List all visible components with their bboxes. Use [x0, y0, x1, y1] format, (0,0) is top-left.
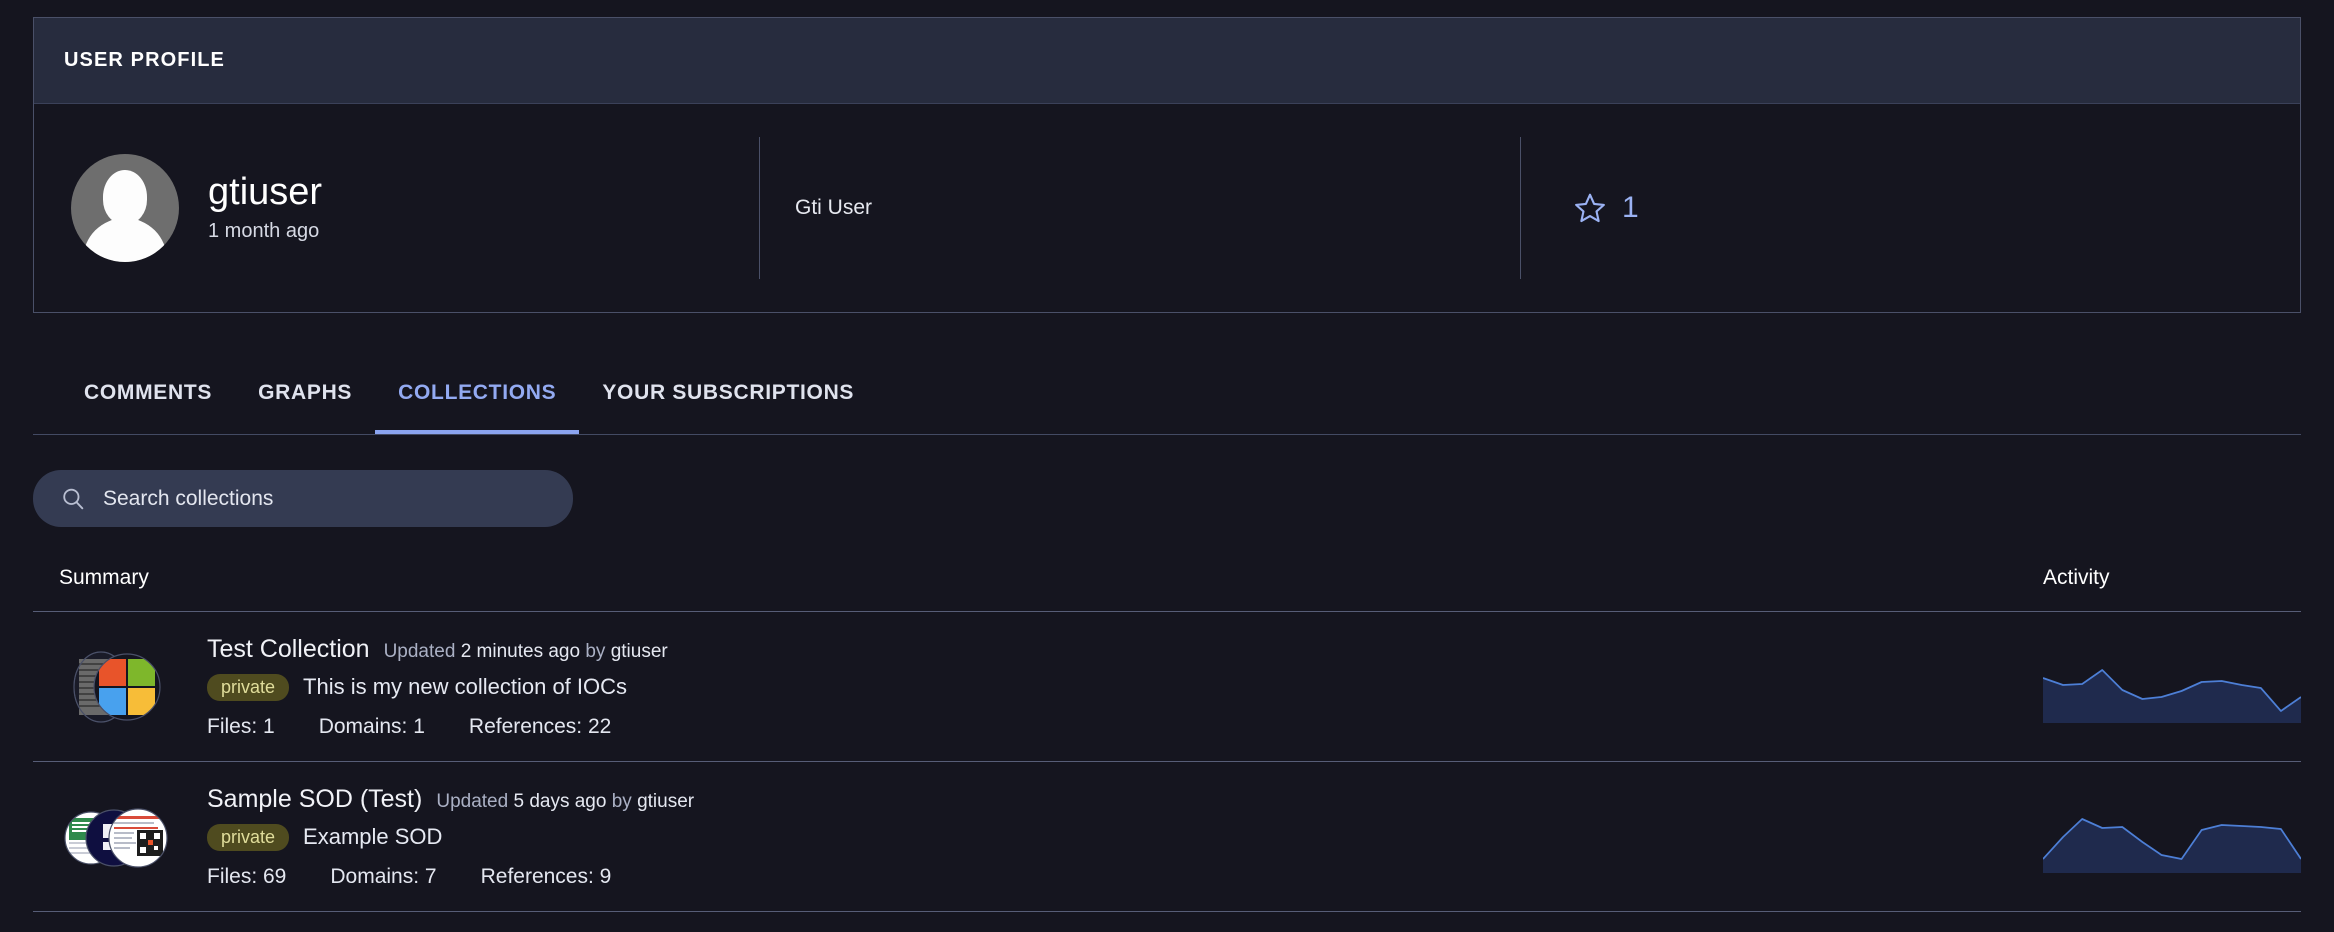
tab-collections[interactable]: COLLECTIONS: [375, 355, 580, 434]
updated-prefix: Updated: [436, 790, 509, 812]
tab-label: YOUR SUBSCRIPTIONS: [602, 380, 855, 404]
identity-text: gtiuser 1 month ago: [208, 170, 323, 244]
tab-label: COMMENTS: [84, 380, 213, 404]
collection-updated-info: Updated 2 minutes ago by gtiuser: [384, 641, 668, 663]
updated-when: 5 days ago: [513, 790, 607, 812]
collections-table-header: Summary Activity: [33, 560, 2301, 612]
activity-sparkline-chart: [2043, 817, 2301, 873]
user-profile-card-body: gtiuser 1 month ago Gti User 1: [34, 104, 2300, 312]
stat-references: References: 9: [480, 864, 612, 888]
user-profile-card: USER PROFILE gtiuser 1 month ago Gti Use…: [33, 17, 2301, 313]
row-text: Test Collection Updated 2 minutes ago by…: [207, 635, 668, 739]
reputation-count: 1: [1622, 191, 1639, 224]
updated-by-prefix: by: [585, 640, 606, 662]
stat-files: Files: 69: [207, 864, 287, 888]
column-label: Summary: [59, 566, 149, 589]
row-description-line: private This is my new collection of IOC…: [207, 673, 668, 701]
row-summary-cell: Test Collection Updated 2 minutes ago by…: [33, 612, 2023, 761]
sparkline-area: [2043, 669, 2301, 723]
collection-description: This is my new collection of IOCs: [303, 674, 628, 699]
search-collections-box[interactable]: [33, 470, 573, 527]
tab-comments[interactable]: COMMENTS: [61, 355, 235, 434]
status-badge: private: [207, 673, 290, 701]
profile-full-name: Gti User: [795, 196, 873, 219]
updated-by-user[interactable]: gtiuser: [637, 791, 694, 812]
table-row[interactable]: Sample SOD (Test) Updated 5 days ago by …: [33, 762, 2301, 912]
updated-by-user[interactable]: gtiuser: [611, 641, 668, 662]
user-profile-card-header: USER PROFILE: [34, 18, 2300, 104]
column-header-activity: Activity: [2023, 566, 2301, 590]
row-title-line: Test Collection Updated 2 minutes ago by…: [207, 635, 668, 664]
tab-your-subscriptions[interactable]: YOUR SUBSCRIPTIONS: [579, 355, 877, 434]
documents-stack-collection-thumbnail-icon: [59, 782, 169, 892]
row-text: Sample SOD (Test) Updated 5 days ago by …: [207, 785, 694, 889]
row-activity-cell: [2023, 762, 2301, 911]
tab-label: GRAPHS: [258, 380, 353, 404]
row-description-line: private Example SOD: [207, 823, 694, 851]
profile-reputation[interactable]: 1: [1521, 104, 2300, 312]
column-header-summary: Summary: [33, 566, 2023, 590]
search-input[interactable]: [103, 486, 573, 511]
collection-updated-info: Updated 5 days ago by gtiuser: [436, 791, 694, 813]
profile-joined-date: 1 month ago: [208, 220, 320, 243]
stat-domains: Domains: 1: [318, 714, 425, 738]
avatar: [71, 154, 179, 262]
row-stats: Files: 1 Domains: 1 References: 22: [207, 715, 668, 739]
row-stats: Files: 69 Domains: 7 References: 9: [207, 865, 694, 889]
stat-references: References: 22: [468, 714, 612, 738]
stat-domains: Domains: 7: [330, 864, 437, 888]
profile-tabs: COMMENTS GRAPHS COLLECTIONS YOUR SUBSCRI…: [33, 355, 2301, 435]
avatar-head-shape: [103, 170, 147, 224]
profile-username: gtiuser: [208, 170, 323, 213]
updated-when: 2 minutes ago: [460, 640, 581, 662]
row-summary-cell: Sample SOD (Test) Updated 5 days ago by …: [33, 762, 2023, 911]
collection-name[interactable]: Test Collection: [207, 635, 370, 664]
tab-label: COLLECTIONS: [398, 380, 557, 404]
row-title-line: Sample SOD (Test) Updated 5 days ago by …: [207, 785, 694, 814]
table-row[interactable]: Test Collection Updated 2 minutes ago by…: [33, 612, 2301, 762]
row-activity-cell: [2023, 612, 2301, 761]
tab-graphs[interactable]: GRAPHS: [235, 355, 375, 434]
microsoft-logo-collection-thumbnail-icon: [59, 632, 169, 742]
collection-name[interactable]: Sample SOD (Test): [207, 785, 422, 814]
star-icon[interactable]: [1573, 191, 1607, 225]
updated-prefix: Updated: [383, 640, 456, 662]
search-icon: [63, 488, 84, 509]
collection-description: Example SOD: [303, 824, 443, 849]
updated-by-prefix: by: [611, 790, 632, 812]
activity-sparkline-chart: [2043, 668, 2301, 723]
status-badge: private: [207, 823, 290, 851]
column-label: Activity: [2043, 566, 2110, 589]
collections-table: Summary Activity Test Collection Updated…: [33, 560, 2301, 912]
page-title: USER PROFILE: [64, 49, 225, 71]
stat-files: Files: 1: [207, 714, 275, 738]
avatar-body-shape: [83, 218, 167, 262]
profile-identity: gtiuser 1 month ago: [34, 104, 759, 312]
